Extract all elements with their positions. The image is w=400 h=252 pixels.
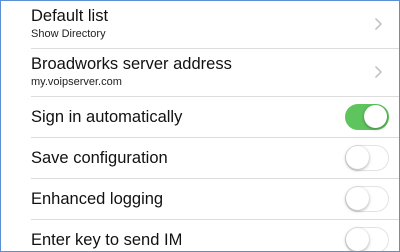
enhanced-logging-label: Enhanced logging	[31, 190, 164, 208]
toggle-knob	[346, 187, 369, 210]
toggle-knob	[364, 105, 387, 128]
chevron-right-icon	[375, 66, 382, 78]
save-configuration-row: Save configuration	[31, 138, 399, 179]
default-list-row[interactable]: Default list Show Directory	[31, 1, 399, 49]
sign-in-automatically-row: Sign in automatically	[31, 97, 399, 138]
sign-in-automatically-toggle[interactable]	[345, 104, 389, 130]
settings-list: Default list Show Directory Broadworks s…	[1, 1, 399, 251]
enhanced-logging-toggle[interactable]	[345, 186, 389, 212]
enter-key-send-im-row: Enter key to send IM	[31, 220, 399, 251]
enter-key-send-im-toggle[interactable]	[345, 227, 389, 251]
toggle-knob	[346, 146, 369, 169]
toggle-knob	[346, 228, 369, 251]
broadworks-server-label: Broadworks server address	[31, 55, 232, 73]
default-list-value: Show Directory	[31, 28, 106, 40]
sign-in-automatically-label: Sign in automatically	[31, 108, 183, 126]
settings-panel: Default list Show Directory Broadworks s…	[0, 0, 400, 252]
broadworks-server-row[interactable]: Broadworks server address my.voipserver.…	[31, 49, 399, 97]
enter-key-send-im-label: Enter key to send IM	[31, 231, 183, 249]
save-configuration-label: Save configuration	[31, 149, 168, 167]
enhanced-logging-row: Enhanced logging	[31, 179, 399, 220]
broadworks-server-value: my.voipserver.com	[31, 76, 122, 88]
default-list-label: Default list	[31, 7, 109, 25]
chevron-right-icon	[375, 18, 382, 30]
save-configuration-toggle[interactable]	[345, 145, 389, 171]
